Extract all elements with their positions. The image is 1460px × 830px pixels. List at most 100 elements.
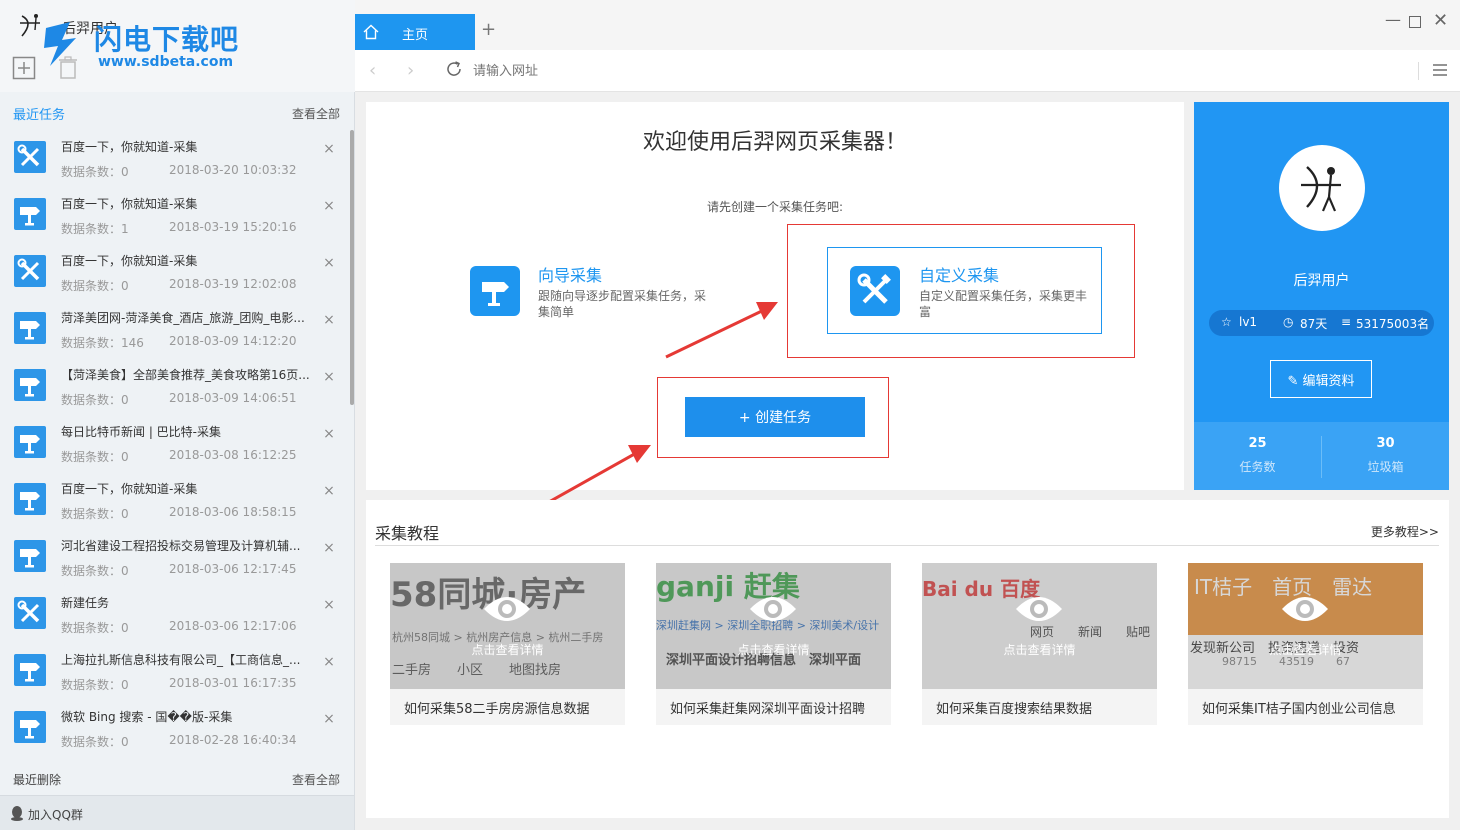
tutorial-card[interactable]: 58同城·房产 杭州58同城 > 杭州房产信息 > 杭州二手房 二手房 小区 地图找… [390,563,625,725]
close-icon[interactable]: × [323,655,335,669]
task-timestamp: 2018-03-19 12:02:08 [169,277,297,291]
view-details-hint: 点击查看详情 [1003,643,1076,657]
tutorial-card[interactable]: ganji 赶集 深圳赶集网 > 深圳全职招聘 > 深圳美术/设计 深圳平面设计招聘… [656,563,891,725]
task-list-scrollbar[interactable] [350,130,354,405]
eye-icon [748,591,798,627]
clock-icon: ◷ [1283,315,1294,329]
task-list-item[interactable]: 菏泽美团网-菏泽美食_酒店_旅游_团购_电影... 数据条数：146 2018-03… [0,299,352,356]
more-tutorials-link[interactable]: 更多教程>> [1371,523,1439,540]
task-title: 上海拉扎斯信息科技有限公司_【工商信息_... [61,653,301,667]
tutorial-thumbnail[interactable]: ganji 赶集 深圳赶集网 > 深圳全职招聘 > 深圳美术/设计 深圳平面设计招聘… [656,563,891,689]
edit-pencil-icon: ✎ [1287,373,1303,389]
recent-deleted-view-all-link[interactable]: 查看全部 [292,771,340,788]
task-timestamp: 2018-03-01 16:17:35 [169,676,297,690]
maximize-button[interactable] [1409,16,1421,28]
task-list-item[interactable]: 上海拉扎斯信息科技有限公司_【工商信息_... 数据条数：0 2018-03-01 … [0,641,352,698]
task-data-count: 数据条数：0 [61,678,129,692]
task-data-count: 数据条数：0 [61,279,129,293]
create-task-button[interactable]: + 创建任务 [685,397,865,437]
task-list-item[interactable]: 百度一下，你就知道-采集 数据条数：0 2018-03-06 18:58:15 × [0,470,352,527]
task-list-item[interactable]: 【菏泽美食】全部美食推荐_美食攻略第16页... 数据条数：0 2018-03-09… [0,356,352,413]
tutorial-thumbnail[interactable]: 58同城·房产 杭州58同城 > 杭州房产信息 > 杭州二手房 二手房 小区 地图找… [390,563,625,689]
trash-icon[interactable] [58,56,78,80]
task-list-item[interactable]: 每日比特币新闻 | 巴比特-采集 数据条数：0 2018-03-08 16:12:2… [0,413,352,470]
tab-home-label: 主页 [402,28,429,43]
close-icon[interactable]: × [323,313,335,327]
tools-icon [14,255,46,287]
tutorials-title: 采集教程 [375,524,440,543]
signpost-icon [14,312,46,344]
task-title: 【菏泽美食】全部美食推荐_美食攻略第16页... [61,368,310,382]
tutorial-caption[interactable]: 如何采集百度搜索结果数据 [922,689,1157,725]
tutorial-caption[interactable]: 如何采集58二手房房源信息数据 [390,689,625,725]
close-icon[interactable]: × [323,142,335,156]
recent-deleted-title: 最近删除 [13,773,62,787]
task-list-item[interactable]: 新建任务 数据条数：0 2018-03-06 12:17:06 × [0,584,352,641]
sidebar-header: 后羿用户 闪电下载吧 www.sdbeta.com [0,0,355,92]
trash-count-label[interactable]: 垃圾箱 [1322,458,1449,475]
close-icon[interactable]: × [323,541,335,555]
welcome-title: 欢迎使用后羿网页采集器！ [642,130,907,155]
tools-icon [850,266,900,316]
close-icon[interactable]: × [323,370,335,384]
eye-icon [1280,591,1330,627]
signpost-icon [14,369,46,401]
task-data-count: 数据条数：0 [61,621,129,635]
profile-days: 87天 [1300,317,1328,331]
task-list-item[interactable]: 百度一下，你就知道-采集 数据条数：1 2018-03-19 15:20:16 × [0,185,352,242]
close-icon[interactable]: × [323,256,335,270]
task-list-item[interactable]: 河北省建设工程招投标交易管理及计算机辅... 数据条数：0 2018-03-06 1… [0,527,352,584]
edit-profile-button[interactable]: ✎ 编辑资料 [1270,360,1372,398]
tutorial-card[interactable]: Bai du 百度 网页 新闻 贴吧 点击查看详情 如何采集百度搜索结果数据 [922,563,1157,725]
task-count-label[interactable]: 任务数 [1194,458,1321,475]
signpost-icon [470,266,520,316]
task-title: 微软 Bing 搜索 - 国��版-采集 [61,710,233,724]
close-icon[interactable]: × [323,484,335,498]
task-title: 每日比特币新闻 | 巴比特-采集 [61,425,222,439]
task-list-item[interactable]: 百度一下，你就知道-采集 数据条数：0 2018-03-20 10:03:32 × [0,128,352,185]
recent-tasks-title: 最近任务 [13,108,66,123]
custom-collection-option[interactable]: 自定义采集 自定义配置采集任务，采集更丰富 [827,247,1102,334]
tab-home[interactable]: 主页 [355,14,475,50]
refresh-icon[interactable] [445,60,463,78]
rank-icon: ≡ [1341,315,1352,329]
task-count-value[interactable]: 25 [1194,436,1321,451]
url-input[interactable] [473,60,1373,82]
avatar[interactable] [1279,145,1365,231]
menu-icon[interactable] [1433,64,1447,76]
task-list-item[interactable]: 百度一下，你就知道-采集 数据条数：0 2018-03-19 12:02:08 × [0,242,352,299]
forward-button[interactable]: › [407,60,414,81]
trash-count-value[interactable]: 30 [1322,436,1449,451]
tutorial-card[interactable]: IT桔子 首页 雷达 发现新公司 投资速递 投资 98715 43519 67 点击查… [1188,563,1423,725]
new-tab-button[interactable]: + [481,20,497,40]
recent-tasks-header: 最近任务 查看全部 [0,97,352,127]
close-icon[interactable]: × [323,199,335,213]
task-timestamp: 2018-03-09 14:12:20 [169,334,297,348]
join-qq-group-button[interactable]: 加入QQ群 [0,795,354,830]
edit-profile-label: 编辑资料 [1302,373,1355,389]
guided-collection-option[interactable]: 向导采集 跟随向导逐步配置采集任务，采集简单 [470,262,710,322]
close-icon[interactable]: × [323,712,335,726]
welcome-panel: 欢迎使用后羿网页采集器！ 请先创建一个采集任务吧: 向导采集 跟随向导逐步配置采… [366,102,1184,518]
task-timestamp: 2018-02-28 16:40:34 [169,733,297,747]
close-icon[interactable]: × [323,598,335,612]
recent-tasks-view-all-link[interactable]: 查看全部 [292,105,340,122]
task-data-count: 数据条数：0 [61,564,129,578]
minimize-button[interactable]: — [1385,10,1401,30]
add-task-icon[interactable] [12,56,36,80]
tutorial-caption[interactable]: 如何采集赶集网深圳平面设计招聘 [656,689,891,725]
back-button[interactable]: ‹ [369,60,376,81]
watermark-brand: 闪电下载吧 [94,23,240,56]
close-window-button[interactable]: ✕ [1433,10,1449,31]
tutorial-thumbnail[interactable]: IT桔子 首页 雷达 发现新公司 投资速递 投资 98715 43519 67 点击查… [1188,563,1423,689]
tutorial-caption[interactable]: 如何采集IT桔子国内创业公司信息 [1188,689,1423,725]
task-timestamp: 2018-03-06 18:58:15 [169,505,297,519]
task-title: 菏泽美团网-菏泽美食_酒店_旅游_团购_电影... [61,311,305,325]
task-title: 河北省建设工程招投标交易管理及计算机辅... [61,539,301,553]
tutorial-thumbnail[interactable]: Bai du 百度 网页 新闻 贴吧 点击查看详情 [922,563,1157,689]
task-list-item[interactable]: 微软 Bing 搜索 - 国��版-采集 数据条数：0 2018-02-28 16:… [0,698,352,755]
task-data-count: 数据条数：0 [61,450,129,464]
eye-icon [1014,591,1064,627]
signpost-icon [14,540,46,572]
close-icon[interactable]: × [323,427,335,441]
